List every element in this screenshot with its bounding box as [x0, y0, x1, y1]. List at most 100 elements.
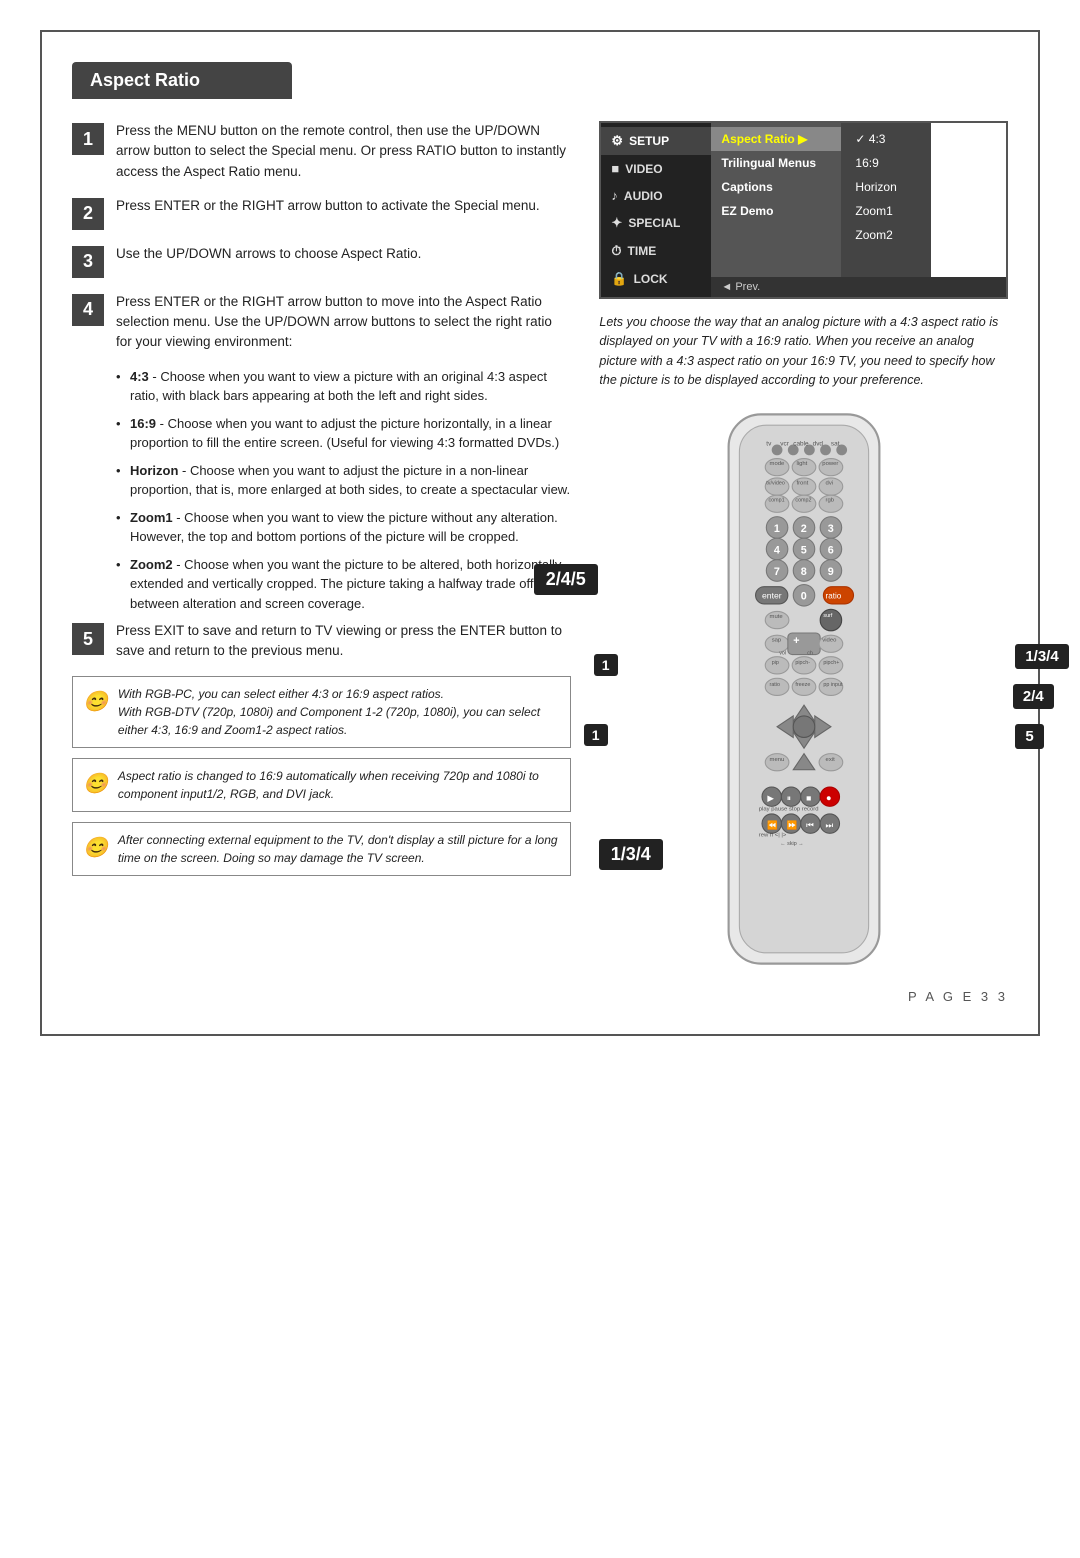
svg-text:rgb: rgb: [825, 497, 834, 503]
step-num-1: 1: [72, 123, 104, 155]
callout-bottom: 1/3/4: [599, 839, 663, 870]
svg-text:1: 1: [774, 522, 780, 534]
note-icon-3: 😊: [83, 833, 108, 863]
option-43: 4:3: [851, 127, 921, 151]
svg-text:comp1: comp1: [768, 497, 784, 503]
menu-item-video: ■ VIDEO: [601, 155, 711, 182]
submenu-item-captions: Captions: [711, 175, 841, 199]
svg-text:7: 7: [774, 565, 780, 577]
step-3: 3 Use the UP/DOWN arrows to choose Aspec…: [72, 244, 571, 278]
option-169: 16:9: [851, 151, 921, 175]
svg-text:8: 8: [800, 565, 806, 577]
special-icon: ✦: [611, 215, 622, 231]
submenu-item-trilingual: Trilingual Menus: [711, 151, 841, 175]
callout-ratio: 2/4/5: [534, 564, 598, 595]
step-num-3: 3: [72, 246, 104, 278]
svg-text:pipch+: pipch+: [823, 660, 839, 666]
menu-item-lock: 🔒 LOCK: [601, 265, 711, 293]
step-5: 5 Press EXIT to save and return to TV vi…: [72, 621, 571, 662]
svg-text:pipch-: pipch-: [795, 660, 810, 666]
submenu-item-aspect: Aspect Ratio ▶: [711, 127, 841, 151]
svg-text:5: 5: [800, 544, 806, 556]
svg-text:mute: mute: [769, 613, 783, 619]
remote-svg: tv vcr cable dvd sat mode light power: [614, 409, 994, 969]
menu-right-panel: Aspect Ratio ▶ Trilingual Menus Captions…: [711, 123, 1006, 297]
svg-text:ratio: ratio: [825, 591, 841, 600]
option-zoom2: Zoom2: [851, 223, 921, 247]
remote-area: tv vcr cable dvd sat mode light power: [599, 409, 1008, 969]
callout-right-2: 2/4: [1013, 684, 1054, 709]
svg-text:vcr: vcr: [780, 440, 789, 447]
lock-icon: 🔒: [611, 271, 627, 287]
svg-text:sap: sap: [771, 637, 781, 643]
menu-item-audio: ♪ AUDIO: [601, 182, 711, 209]
svg-text:vol: vol: [779, 650, 786, 656]
menu-columns: Aspect Ratio ▶ Trilingual Menus Captions…: [711, 123, 1006, 277]
step-text-4: Press ENTER or the RIGHT arrow button to…: [116, 292, 571, 353]
note-icon-2: 😊: [83, 769, 108, 799]
svg-text:enter: enter: [762, 590, 782, 600]
note-2: 😊 Aspect ratio is changed to 16:9 automa…: [72, 758, 571, 812]
svg-text:pip: pip: [771, 660, 778, 666]
step-1: 1 Press the MENU button on the remote co…: [72, 121, 571, 182]
menu-left-nav: ⚙ SETUP ■ VIDEO ♪ AUDIO ✦ SPECIAL: [601, 123, 711, 297]
step-text-2: Press ENTER or the RIGHT arrow button to…: [116, 196, 540, 216]
bullet-horizon: Horizon - Choose when you want to adjust…: [116, 461, 571, 500]
svg-text:3: 3: [827, 522, 833, 534]
svg-text:⏩: ⏩: [786, 819, 797, 829]
step-num-5: 5: [72, 623, 104, 655]
left-column: 1 Press the MENU button on the remote co…: [72, 121, 571, 969]
menu-options: 4:3 16:9 Horizon Zoom1 Zoom2: [841, 123, 931, 277]
step-text-3: Use the UP/DOWN arrows to choose Aspect …: [116, 244, 421, 264]
time-icon: ⏱: [611, 243, 621, 259]
note-text-2: Aspect ratio is changed to 16:9 automati…: [118, 767, 561, 803]
svg-text:play pause stop record: play pause stop record: [758, 806, 818, 812]
svg-text:ratio: ratio: [769, 681, 779, 687]
svg-text:freeze: freeze: [795, 681, 810, 687]
bullet-zoom2: Zoom2 - Choose when you want the picture…: [116, 555, 571, 614]
svg-text:comp2: comp2: [795, 497, 811, 503]
step-num-4: 4: [72, 294, 104, 326]
callout-right-1: 1/3/4: [1015, 644, 1068, 669]
page-container: Aspect Ratio 1 Press the MENU button on …: [40, 30, 1040, 1036]
svg-text:power: power: [822, 461, 838, 467]
option-horizon: Horizon: [851, 175, 921, 199]
callout-enter-1: 1: [594, 654, 618, 676]
svg-text:2: 2: [800, 522, 806, 534]
svg-text:exit: exit: [825, 757, 835, 763]
svg-text:light: light: [796, 461, 807, 467]
menu-submenu: Aspect Ratio ▶ Trilingual Menus Captions…: [711, 123, 841, 277]
submenu-item-ezdemo: EZ Demo: [711, 199, 841, 223]
bullet-43: 4:3 - Choose when you want to view a pic…: [116, 367, 571, 406]
right-column: ⚙ SETUP ■ VIDEO ♪ AUDIO ✦ SPECIAL: [599, 121, 1008, 969]
svg-text:cable: cable: [793, 440, 809, 447]
svg-text:⏭: ⏭: [825, 819, 833, 829]
callout-enter-2: 1: [584, 724, 608, 746]
svg-text:ch: ch: [807, 650, 813, 656]
audio-icon: ♪: [611, 188, 618, 203]
svg-text:sat: sat: [831, 440, 840, 447]
svg-text:video: video: [822, 637, 837, 643]
note-text-1: With RGB-PC, you can select either 4:3 o…: [118, 685, 561, 739]
svg-text:menu: menu: [769, 757, 784, 763]
svg-text:⏺: ⏺: [826, 793, 831, 803]
aspect-ratio-options: 4:3 - Choose when you want to view a pic…: [116, 367, 571, 614]
step-text-1: Press the MENU button on the remote cont…: [116, 121, 571, 182]
svg-text:tv/video: tv/video: [766, 480, 785, 486]
svg-text:⏸: ⏸: [786, 793, 790, 803]
step-text-5: Press EXIT to save and return to TV view…: [116, 621, 571, 662]
option-zoom1: Zoom1: [851, 199, 921, 223]
svg-text:▶: ▶: [767, 793, 774, 803]
svg-text:0: 0: [800, 590, 806, 602]
svg-text:← skip →: ← skip →: [780, 841, 803, 847]
svg-text:+: +: [793, 634, 799, 646]
note-1: 😊 With RGB-PC, you can select either 4:3…: [72, 676, 571, 748]
remote-wrapper: tv vcr cable dvd sat mode light power: [614, 409, 994, 969]
step-4: 4 Press ENTER or the RIGHT arrow button …: [72, 292, 571, 353]
svg-text:rew ff <| |>: rew ff <| |>: [758, 832, 786, 838]
page-title: Aspect Ratio: [72, 62, 292, 99]
step-2: 2 Press ENTER or the RIGHT arrow button …: [72, 196, 571, 230]
menu-screenshot: ⚙ SETUP ■ VIDEO ♪ AUDIO ✦ SPECIAL: [599, 121, 1008, 299]
svg-text:tv: tv: [766, 440, 772, 447]
svg-text:4: 4: [774, 544, 780, 556]
